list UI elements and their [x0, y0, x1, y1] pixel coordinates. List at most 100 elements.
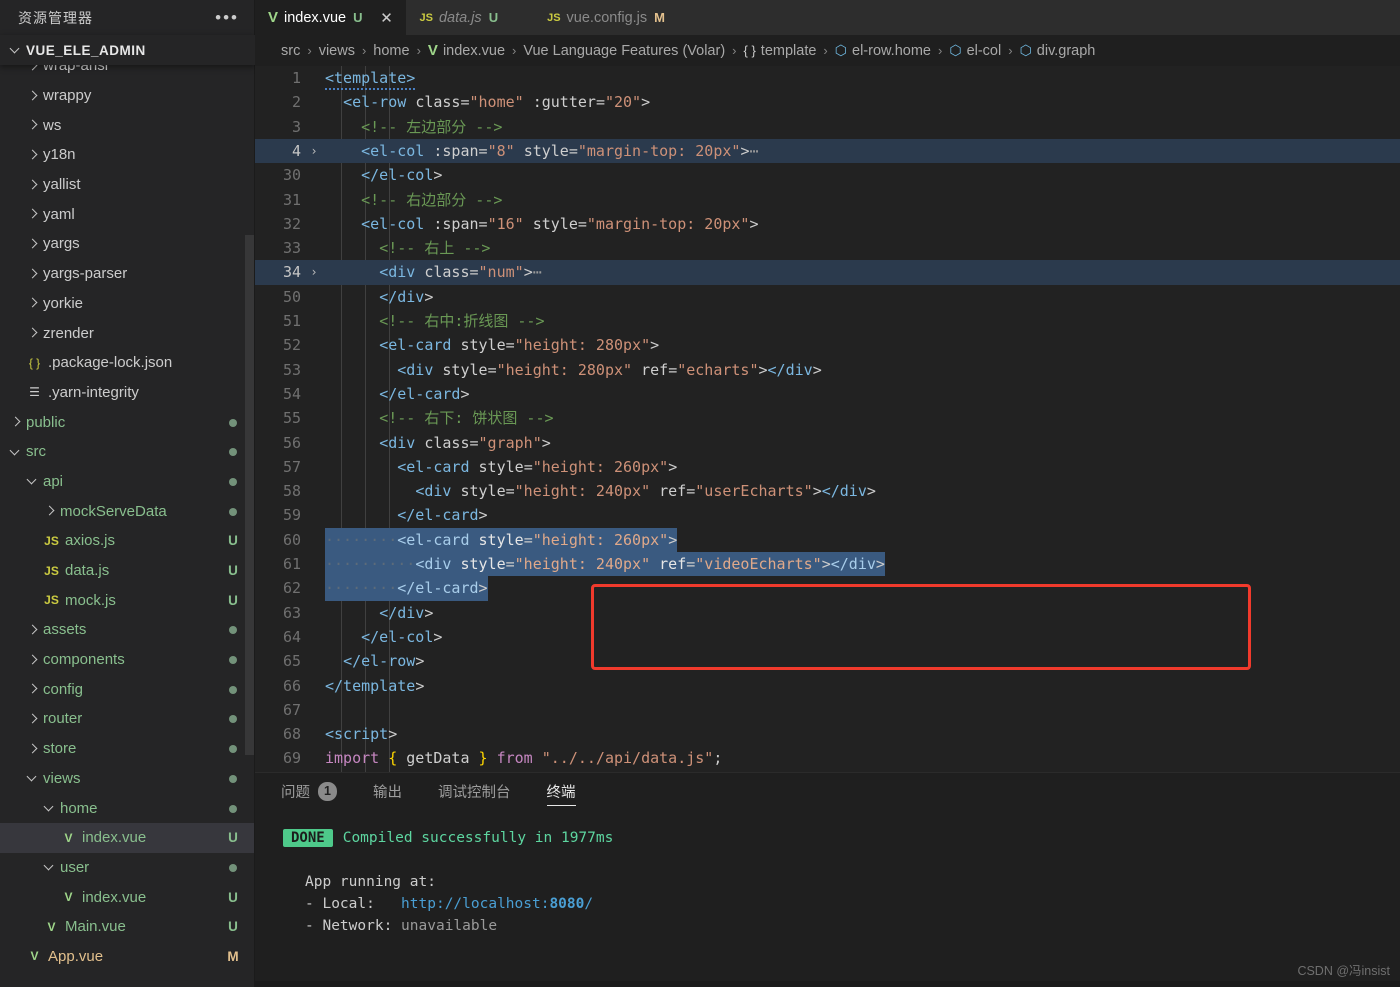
tree-item-store[interactable]: store: [0, 734, 255, 764]
code-line-61[interactable]: 61 ··········<div style="height: 240px" r…: [255, 552, 1400, 577]
code-line-4[interactable]: 4 › <el-col :span="8" style="margin-top: …: [255, 138, 1400, 164]
breadcrumb-item-index-vue[interactable]: Vindex.vue: [428, 42, 505, 59]
close-icon[interactable]: ✕: [378, 9, 394, 27]
chevron-right-icon[interactable]: [42, 503, 58, 519]
terminal-output[interactable]: DONE Compiled successfully in 1977ms App …: [255, 809, 1400, 937]
code-line-57[interactable]: 57 <el-card style="height: 260px">: [255, 455, 1400, 479]
chevron-right-icon[interactable]: [8, 414, 24, 430]
breadcrumb-item-template[interactable]: { } template: [744, 43, 817, 59]
tree-item-wrap-ansi[interactable]: wrap-ansi: [0, 65, 255, 81]
code-line-67[interactable]: 67: [255, 698, 1400, 722]
code-line-50[interactable]: 50 </div>: [255, 285, 1400, 309]
tree-item-router[interactable]: router: [0, 704, 255, 734]
tree-item-yargs[interactable]: yargs: [0, 229, 255, 259]
breadcrumb-item-views[interactable]: views: [319, 43, 355, 59]
tree-item-mockservedata[interactable]: mockServeData: [0, 496, 255, 526]
tree-item-yargs-parser[interactable]: yargs-parser: [0, 259, 255, 289]
breadcrumb[interactable]: src › views › home › Vindex.vue › Vue Language F…: [255, 35, 1400, 66]
code-line-64[interactable]: 64 </el-col>: [255, 625, 1400, 649]
local-url-prefix[interactable]: http://localhost:: [401, 896, 549, 912]
chevron-right-icon[interactable]: [25, 177, 41, 193]
code-line-31[interactable]: 31 <!-- 右边部分 -->: [255, 188, 1400, 212]
editor-tab-data-js[interactable]: JS data.js U: [406, 0, 511, 35]
tree-item-assets[interactable]: assets: [0, 615, 255, 645]
chevron-down-icon[interactable]: [8, 444, 24, 460]
tree-item-yallist[interactable]: yallist: [0, 170, 255, 200]
panel-tab-终端[interactable]: 终端: [546, 773, 588, 809]
chevron-right-icon[interactable]: [25, 741, 41, 757]
chevron-right-icon[interactable]: [25, 652, 41, 668]
code-line-55[interactable]: 55 <!-- 右下: 饼状图 -->: [255, 406, 1400, 430]
chevron-right-icon[interactable]: [25, 65, 41, 74]
chevron-down-icon[interactable]: [25, 473, 41, 489]
chevron-right-icon[interactable]: [25, 206, 41, 222]
chevron-right-icon[interactable]: [25, 88, 41, 104]
breadcrumb-item-el-row-home[interactable]: ⬡ el-row.home: [835, 42, 931, 59]
tree-item-home[interactable]: home: [0, 793, 255, 823]
code-line-30[interactable]: 30 </el-col>: [255, 163, 1400, 187]
chevron-right-icon[interactable]: [25, 711, 41, 727]
code-line-68[interactable]: 68 <script>: [255, 722, 1400, 746]
chevron-right-icon[interactable]: [25, 147, 41, 163]
code-line-2[interactable]: 2 <el-row class="home" :gutter="20">: [255, 90, 1400, 114]
breadcrumb-item-home[interactable]: home: [373, 43, 409, 59]
tree-item-main-vue[interactable]: V Main.vue U: [0, 912, 255, 942]
tree-item-user[interactable]: user: [0, 853, 255, 883]
local-url-port[interactable]: 8080: [549, 896, 584, 912]
breadcrumb-item-src[interactable]: src: [281, 43, 300, 59]
tree-item-y18n[interactable]: y18n: [0, 140, 255, 170]
tree-item-data-js[interactable]: JS data.js U: [0, 556, 255, 586]
code-line-65[interactable]: 65 </el-row>: [255, 649, 1400, 673]
panel-tab-调试控制台[interactable]: 调试控制台: [438, 773, 523, 809]
code-line-51[interactable]: 51 <!-- 右中:折线图 -->: [255, 309, 1400, 333]
code-line-53[interactable]: 53 <div style="height: 280px" ref="echar…: [255, 358, 1400, 382]
tree-item-index-vue[interactable]: Vindex.vue U: [0, 822, 255, 853]
code-line-54[interactable]: 54 </el-card>: [255, 382, 1400, 406]
tree-item-axios-js[interactable]: JS axios.js U: [0, 526, 255, 556]
code-line-69[interactable]: 69 import { getData } from "../../api/dat…: [255, 746, 1400, 770]
breadcrumb-item-vue-language-features-volar-[interactable]: Vue Language Features (Volar): [523, 43, 725, 59]
code-line-33[interactable]: 33 <!-- 右上 -->: [255, 236, 1400, 260]
chevron-down-icon[interactable]: [25, 770, 41, 786]
code-editor[interactable]: 1 <template> 2 <el-row class="home" :gutte…: [255, 66, 1400, 772]
breadcrumb-item-el-col[interactable]: ⬡ el-col: [949, 42, 1001, 59]
chevron-right-icon[interactable]: [25, 117, 41, 133]
chevron-right-icon[interactable]: [25, 622, 41, 638]
tree-item-yaml[interactable]: yaml: [0, 199, 255, 229]
tree-item-config[interactable]: config: [0, 674, 255, 704]
tree-item-app-vue[interactable]: V App.vue M: [0, 942, 255, 972]
code-line-59[interactable]: 59 </el-card>: [255, 503, 1400, 527]
chevron-right-icon[interactable]: [25, 325, 41, 341]
tree-item-public[interactable]: public: [0, 407, 255, 437]
panel-tabs[interactable]: 问题 1 输出 调试控制台 终端: [255, 773, 1400, 809]
code-line-62[interactable]: 62 ········</el-card>: [255, 576, 1400, 601]
chevron-right-icon[interactable]: [25, 295, 41, 311]
tree-item-ws[interactable]: ws: [0, 110, 255, 140]
breadcrumb-item-div-graph[interactable]: ⬡ div.graph: [1020, 42, 1096, 59]
tree-item--package-lock-json[interactable]: { } .package-lock.json: [0, 348, 255, 378]
chevron-right-icon[interactable]: [25, 236, 41, 252]
code-line-66[interactable]: 66 </template>: [255, 674, 1400, 698]
code-line-34[interactable]: 34 › <div class="num">⋯: [255, 260, 1400, 285]
panel-tab-问题[interactable]: 问题 1: [281, 773, 349, 809]
chevron-down-icon[interactable]: [42, 800, 58, 816]
tree-item-components[interactable]: components: [0, 645, 255, 675]
tree-item-zrender[interactable]: zrender: [0, 318, 255, 348]
panel-tab-输出[interactable]: 输出: [373, 773, 414, 809]
code-line-63[interactable]: 63 </div>: [255, 601, 1400, 625]
editor-tab-index-vue[interactable]: Vindex.vue U ✕: [255, 0, 407, 35]
tree-item-mock-js[interactable]: JS mock.js U: [0, 585, 255, 615]
local-url-suffix[interactable]: /: [584, 896, 593, 912]
code-line-3[interactable]: 3 <!-- 左边部分 -->: [255, 115, 1400, 139]
editor-tab-vue-config-js[interactable]: JS vue.config.js M: [534, 0, 677, 35]
chevron-down-icon[interactable]: [42, 859, 58, 875]
fold-chevron-icon[interactable]: ›: [307, 139, 321, 163]
tree-item--yarn-integrity[interactable]: ☰ .yarn-integrity: [0, 378, 255, 408]
code-line-60[interactable]: 60 ········<el-card style="height: 260px"…: [255, 527, 1400, 552]
tree-item-yorkie[interactable]: yorkie: [0, 289, 255, 319]
workspace-root-row[interactable]: VUE_ELE_ADMIN: [0, 35, 255, 65]
tree-item-wrappy[interactable]: wrappy: [0, 81, 255, 111]
tree-item-views[interactable]: views: [0, 764, 255, 794]
chevron-right-icon[interactable]: [25, 266, 41, 282]
code-line-58[interactable]: 58 <div style="height: 240px" ref="userE…: [255, 479, 1400, 503]
